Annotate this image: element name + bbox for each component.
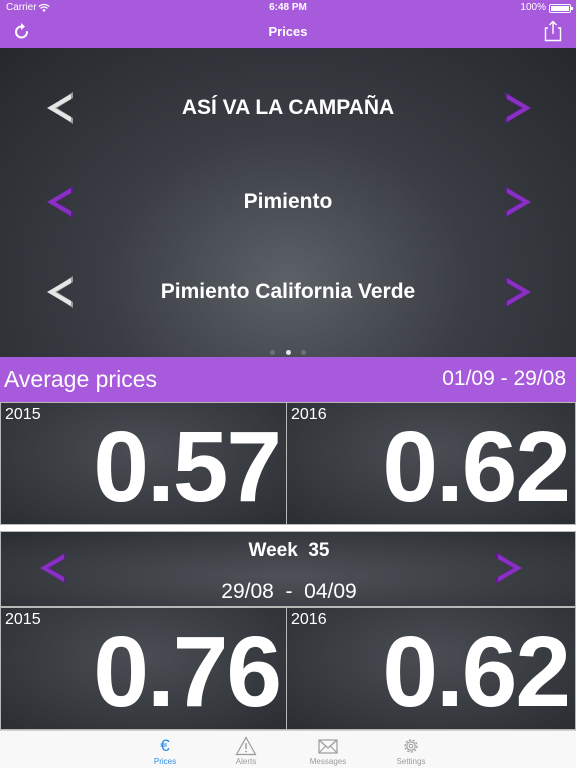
- euro-icon: €: [160, 736, 170, 755]
- selector-row-product: Pimiento: [0, 172, 576, 232]
- tab-label: Messages: [309, 757, 347, 766]
- selector-row-campaign: ASÍ VA LA CAMPAÑA: [0, 78, 576, 138]
- tab-alerts[interactable]: Alerts: [216, 731, 276, 768]
- tab-label: Prices: [153, 757, 177, 766]
- warning-icon: [235, 736, 257, 756]
- tab-label: Settings: [396, 757, 426, 766]
- campaign-label: ASÍ VA LA CAMPAÑA: [181, 96, 395, 119]
- product-selector: ASÍ VA LA CAMPAÑA Pimiento Pimiento Cali…: [0, 48, 576, 357]
- status-time: 6:48 PM: [269, 2, 307, 13]
- gear-icon: [404, 739, 418, 753]
- product-next-arrow-icon[interactable]: [498, 182, 538, 222]
- page-dot[interactable]: [300, 350, 306, 355]
- tab-bar: € Prices Alerts Messages Settings: [0, 730, 576, 768]
- page-title: Prices: [268, 24, 308, 39]
- selector-row-variety: Pimiento California Verde: [0, 262, 576, 322]
- price-value: 0.62: [382, 616, 571, 728]
- tab-settings[interactable]: Settings: [381, 731, 441, 768]
- envelope-icon: [318, 739, 338, 754]
- week-price-2016: 2016 0.62: [286, 607, 576, 730]
- average-prices-header: Average prices 01/09 - 29/08: [0, 357, 576, 402]
- tab-label: Alerts: [235, 757, 257, 766]
- campaign-next-arrow-icon[interactable]: [498, 88, 538, 128]
- price-value: 0.76: [93, 616, 282, 728]
- variety-prev-arrow-icon[interactable]: [40, 272, 80, 312]
- share-icon[interactable]: [544, 20, 562, 42]
- week-price-2015: 2015 0.76: [0, 607, 287, 730]
- page-dot-active[interactable]: [285, 350, 291, 355]
- price-value: 0.57: [93, 411, 282, 523]
- page-dot[interactable]: [270, 350, 276, 355]
- top-bar: Carrier 6:48 PM 100% Prices: [0, 0, 576, 48]
- product-label: Pimiento: [243, 190, 333, 213]
- average-price-2015: 2015 0.57: [0, 402, 287, 525]
- average-prices-title: Average prices: [4, 366, 157, 392]
- status-bar: Carrier 6:48 PM 100%: [0, 0, 576, 16]
- tab-messages[interactable]: Messages: [298, 731, 358, 768]
- variety-label: Pimiento California Verde: [160, 280, 416, 303]
- tab-prices[interactable]: € Prices: [135, 731, 195, 768]
- price-value: 0.62: [382, 411, 571, 523]
- average-price-2016: 2016 0.62: [286, 402, 576, 525]
- variety-next-arrow-icon[interactable]: [498, 272, 538, 312]
- average-prices-range: 01/09 - 29/08: [442, 367, 566, 390]
- week-next-arrow-icon[interactable]: [489, 548, 529, 588]
- battery-icon: [549, 4, 573, 13]
- battery-percent: 100%: [520, 2, 546, 13]
- product-prev-arrow-icon[interactable]: [40, 182, 80, 222]
- week-panel: Week 35 29/08 - 04/09: [0, 531, 576, 607]
- campaign-prev-arrow-icon[interactable]: [40, 88, 80, 128]
